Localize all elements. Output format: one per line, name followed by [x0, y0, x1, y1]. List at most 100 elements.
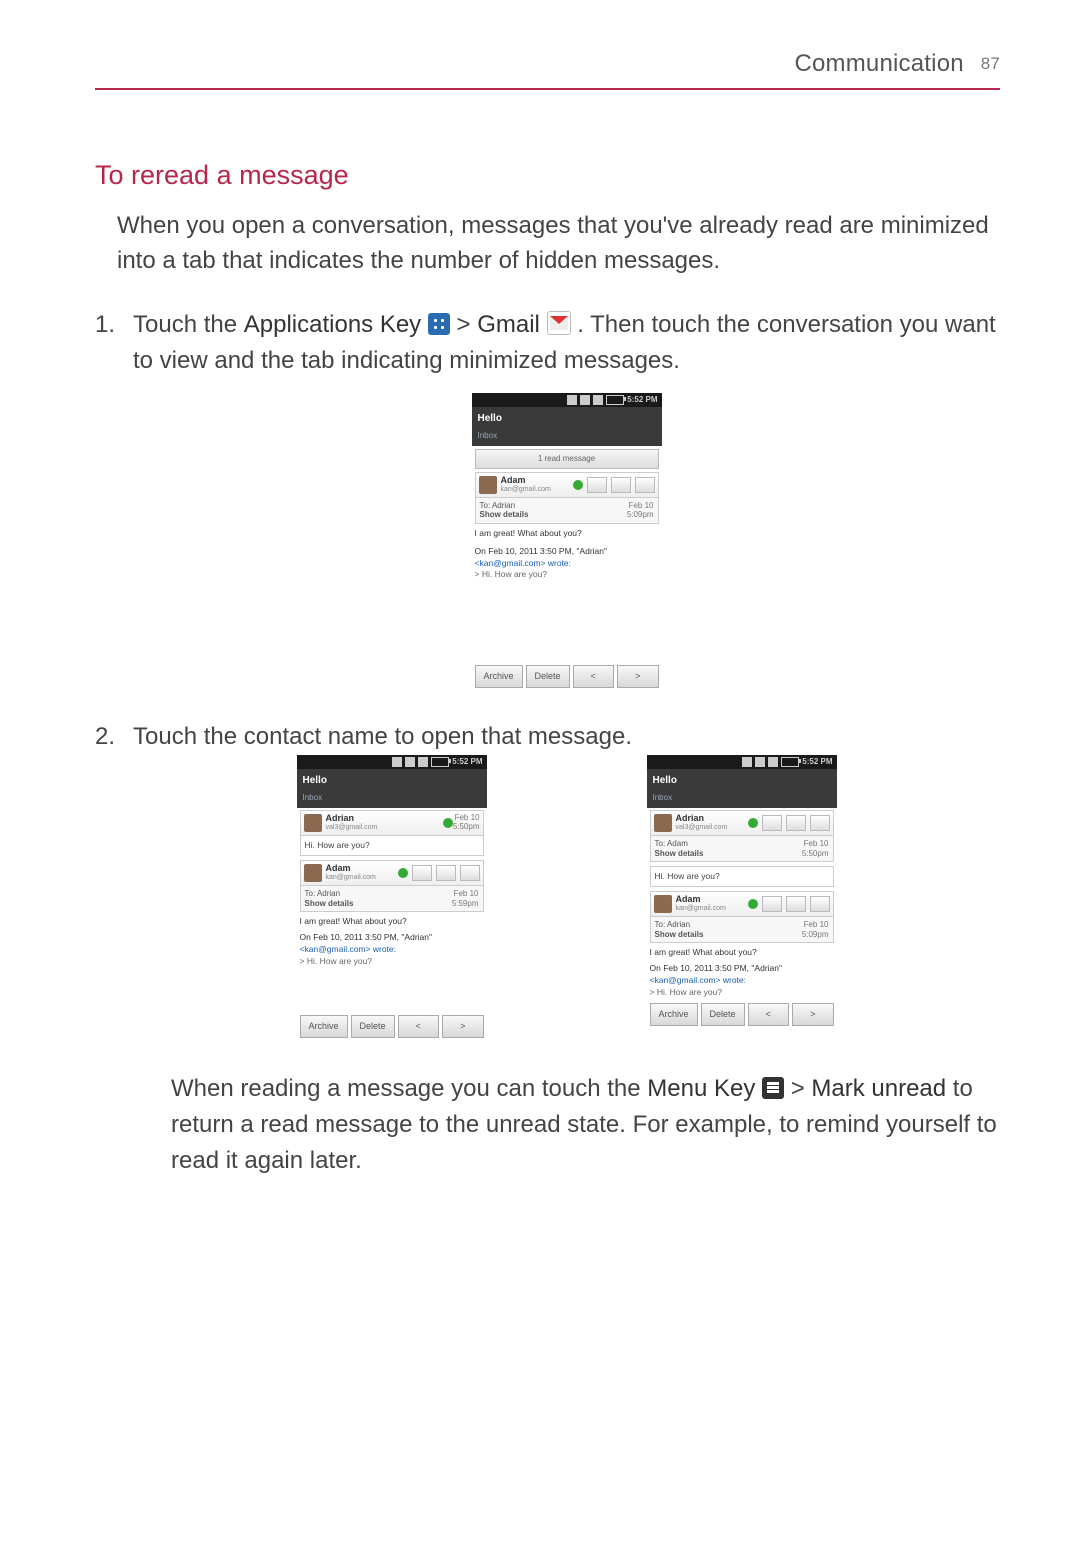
presence-icon	[443, 818, 453, 828]
sender-name: Adrian	[676, 814, 744, 824]
sender-name: Adam	[501, 476, 569, 486]
reply-icon[interactable]	[786, 815, 806, 831]
signal-icon	[593, 395, 603, 405]
menu-key-icon	[762, 1077, 784, 1099]
step-1: Touch the Applications Key > Gmail . The…	[95, 307, 1000, 692]
star-icon[interactable]	[762, 896, 782, 912]
message-date: Feb 10	[452, 889, 479, 899]
prev-button[interactable]: <	[573, 665, 614, 689]
phone-mock-3: 5:52 PM Hello Inbox Adrian val3@gmail.co…	[647, 755, 837, 1041]
quote-email: <kan@gmail.com> wrote:	[650, 975, 747, 985]
message-time: 5:50pm	[453, 823, 480, 832]
prev-button[interactable]: <	[398, 1015, 439, 1039]
message-snippet: Hi. How are you?	[650, 866, 834, 887]
star-icon[interactable]	[587, 477, 607, 493]
message-time: 5:09pm	[802, 930, 829, 940]
message-header[interactable]: Adam kan@gmail.com	[475, 472, 659, 498]
intro-paragraph: When you open a conversation, messages t…	[117, 209, 1000, 279]
recipient-row[interactable]: To: Adrian Show details Feb 10 5:09pm	[475, 498, 659, 524]
archive-button[interactable]: Archive	[650, 1003, 698, 1027]
quote-line: On Feb 10, 2011 3:50 PM, "Adrian"	[475, 546, 659, 558]
sync-icon	[392, 757, 402, 767]
running-header: Communication 87	[95, 50, 1000, 90]
chevron-left-icon[interactable]	[635, 477, 655, 493]
quote-email: <kan@gmail.com> wrote:	[475, 558, 572, 568]
footer-sep: >	[791, 1075, 812, 1102]
chevron-left-icon[interactable]	[460, 865, 480, 881]
star-icon[interactable]	[412, 865, 432, 881]
read-messages-tab[interactable]: 1 read message	[475, 449, 659, 469]
sender-email: val3@gmail.com	[676, 824, 744, 832]
quote-email: <kan@gmail.com> wrote:	[300, 944, 397, 954]
recipient-row[interactable]: To: Adam Show details Feb 10 5:50pm	[650, 836, 834, 862]
delete-button[interactable]: Delete	[701, 1003, 745, 1027]
archive-button[interactable]: Archive	[300, 1015, 348, 1039]
applications-key-icon	[428, 313, 450, 335]
archive-button[interactable]: Archive	[475, 665, 523, 689]
message-time: 5:59pm	[452, 899, 479, 909]
battery-icon	[781, 757, 799, 767]
sync-icon	[567, 395, 577, 405]
reply-icon[interactable]	[611, 477, 631, 493]
quote-text: > Hi. How are you?	[300, 956, 484, 968]
phone-mock-1: 5:52 PM Hello Inbox 1 read message Adam …	[472, 393, 662, 692]
presence-icon	[748, 899, 758, 909]
quote-text: > Hi. How are you?	[475, 569, 659, 581]
to-label: To: Adrian	[655, 920, 704, 930]
folder-label: Inbox	[647, 792, 837, 808]
star-icon[interactable]	[762, 815, 782, 831]
quote-text: > Hi. How are you?	[650, 987, 834, 999]
avatar	[654, 895, 672, 913]
message-body: I am great! What about you? On Feb 10, 2…	[650, 947, 834, 999]
folder-label: Inbox	[472, 430, 662, 446]
next-button[interactable]: >	[792, 1003, 833, 1027]
mark-unread-label: Mark unread	[811, 1075, 946, 1102]
status-time: 5:52 PM	[452, 756, 482, 768]
step-1-text-a: Touch the	[133, 311, 244, 338]
gmail-label: Gmail	[477, 311, 540, 338]
show-details-link[interactable]: Show details	[305, 899, 354, 909]
sender-email: kan@gmail.com	[326, 874, 394, 882]
reply-icon[interactable]	[786, 896, 806, 912]
gmail-icon	[547, 311, 571, 335]
message-header[interactable]: Adam kan@gmail.com	[650, 891, 834, 917]
status-time: 5:52 PM	[802, 756, 832, 768]
show-details-link[interactable]: Show details	[655, 849, 704, 859]
signal-icon	[418, 757, 428, 767]
message-header[interactable]: Adrian val3@gmail.com	[650, 810, 834, 836]
recipient-row[interactable]: To: Adrian Show details Feb 10 5:59pm	[300, 886, 484, 912]
delete-button[interactable]: Delete	[351, 1015, 395, 1039]
prev-button[interactable]: <	[748, 1003, 789, 1027]
message-snippet: Hi. How are you?	[300, 836, 484, 856]
section-name: Communication	[794, 50, 963, 77]
step-1-sep: >	[457, 311, 478, 338]
chevron-left-icon[interactable]	[810, 815, 830, 831]
status-bar: 5:52 PM	[647, 755, 837, 769]
sender-name: Adrian	[326, 814, 443, 824]
next-button[interactable]: >	[442, 1015, 483, 1039]
recipient-row[interactable]: To: Adrian Show details Feb 10 5:09pm	[650, 917, 834, 943]
avatar	[654, 814, 672, 832]
body-line: I am great! What about you?	[475, 528, 659, 540]
action-bar: Archive Delete < >	[475, 665, 659, 689]
chevron-left-icon[interactable]	[810, 896, 830, 912]
next-button[interactable]: >	[617, 665, 658, 689]
avatar	[479, 476, 497, 494]
message-body: I am great! What about you? On Feb 10, 2…	[300, 916, 484, 968]
delete-button[interactable]: Delete	[526, 665, 570, 689]
step-2: Touch the contact name to open that mess…	[95, 719, 1000, 1179]
show-details-link[interactable]: Show details	[480, 510, 529, 520]
action-bar: Archive Delete < >	[300, 1015, 484, 1039]
reply-icon[interactable]	[436, 865, 456, 881]
sync-icon	[742, 757, 752, 767]
sender-name: Adam	[326, 864, 394, 874]
show-details-link[interactable]: Show details	[655, 930, 704, 940]
message-header[interactable]: Adam kan@gmail.com	[300, 860, 484, 886]
sender-email: val3@gmail.com	[326, 824, 443, 832]
usb-icon	[755, 757, 765, 767]
sender-email: kan@gmail.com	[501, 486, 569, 494]
usb-icon	[580, 395, 590, 405]
footer-text-a: When reading a message you can touch the	[171, 1075, 647, 1102]
list-item[interactable]: Adrian val3@gmail.com Feb 10 5:50pm	[300, 810, 484, 836]
menu-key-label: Menu Key	[647, 1075, 755, 1102]
